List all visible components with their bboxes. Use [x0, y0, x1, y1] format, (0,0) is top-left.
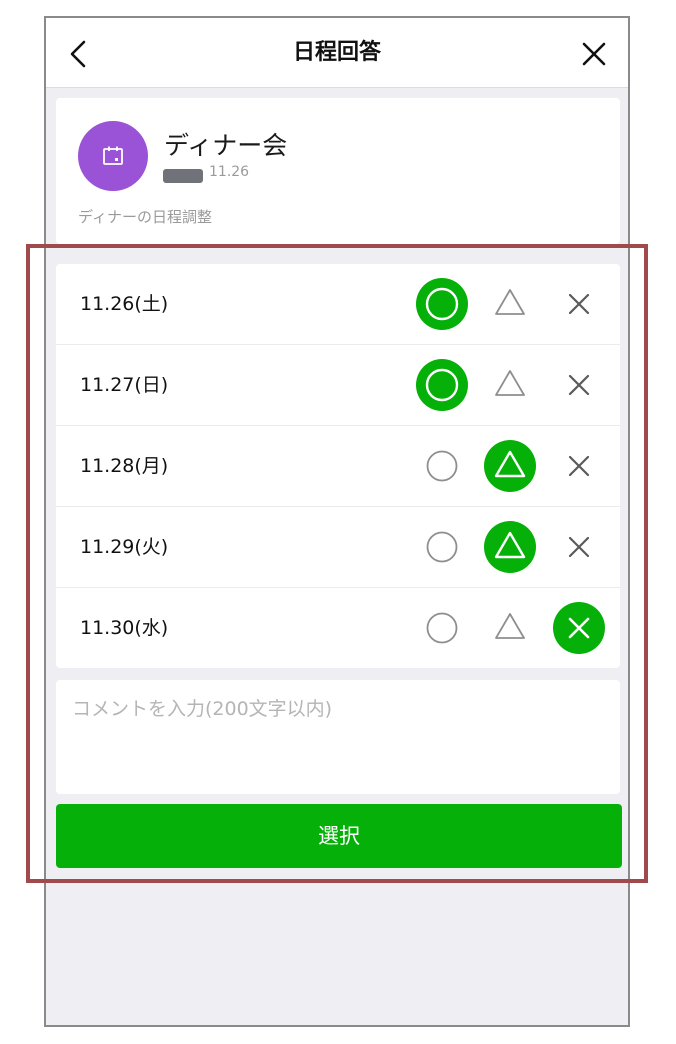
date-row: 11.26(土) [56, 264, 620, 345]
option-no-button[interactable] [553, 359, 605, 411]
event-description: ディナーの日程調整 [78, 208, 212, 226]
close-icon [582, 42, 606, 66]
option-ok-button[interactable] [416, 521, 468, 573]
cross-icon [568, 293, 590, 315]
cross-icon [568, 455, 590, 477]
option-maybe-button[interactable] [484, 440, 536, 492]
event-avatar [78, 121, 148, 191]
circle-icon [425, 287, 459, 321]
option-ok-button[interactable] [416, 602, 468, 654]
date-label: 11.28(月) [80, 455, 169, 477]
date-row: 11.30(水) [56, 588, 620, 669]
circle-icon [426, 450, 458, 482]
calendar-icon [103, 146, 123, 165]
close-button[interactable] [576, 36, 612, 72]
triangle-icon [494, 450, 526, 478]
event-date: 11.26 [209, 164, 250, 180]
phone-frame: 日程回答 ディナー会 11.26 ディナーの日程調整 11.26(土) 11.2… [44, 16, 630, 1027]
circle-icon [426, 612, 458, 644]
option-maybe-button[interactable] [484, 278, 536, 330]
option-ok-button[interactable] [416, 278, 468, 330]
circle-icon [425, 368, 459, 402]
option-maybe-button[interactable] [484, 359, 536, 411]
event-card: ディナー会 11.26 ディナーの日程調整 [56, 98, 620, 244]
triangle-icon [495, 613, 525, 639]
cross-icon [568, 617, 590, 639]
option-ok-button[interactable] [416, 359, 468, 411]
cross-icon [568, 536, 590, 558]
triangle-icon [495, 370, 525, 396]
date-row: 11.28(月) [56, 426, 620, 507]
comment-input[interactable] [56, 680, 620, 794]
triangle-icon [495, 289, 525, 315]
comment-box [56, 680, 620, 794]
date-row: 11.27(日) [56, 345, 620, 426]
redacted-organizer-name [163, 169, 203, 183]
page-title: 日程回答 [292, 40, 381, 65]
cross-icon [568, 374, 590, 396]
triangle-icon [494, 531, 526, 559]
date-label: 11.29(火) [80, 536, 169, 558]
date-label: 11.26(土) [80, 293, 169, 315]
option-maybe-button[interactable] [484, 521, 536, 573]
select-button[interactable]: 選択 [56, 804, 622, 868]
header-bar: 日程回答 [46, 18, 628, 88]
date-options-list: 11.26(土) 11.27(日) 11.28(月) 11.29(火) 11.3… [56, 264, 620, 668]
option-no-button[interactable] [553, 278, 605, 330]
date-row: 11.29(火) [56, 507, 620, 588]
date-label: 11.30(水) [80, 617, 169, 639]
circle-icon [426, 531, 458, 563]
event-title: ディナー会 [164, 131, 288, 160]
date-label: 11.27(日) [80, 374, 169, 396]
option-ok-button[interactable] [416, 440, 468, 492]
option-no-button[interactable] [553, 521, 605, 573]
option-no-button[interactable] [553, 602, 605, 654]
option-maybe-button[interactable] [484, 602, 536, 654]
option-no-button[interactable] [553, 440, 605, 492]
